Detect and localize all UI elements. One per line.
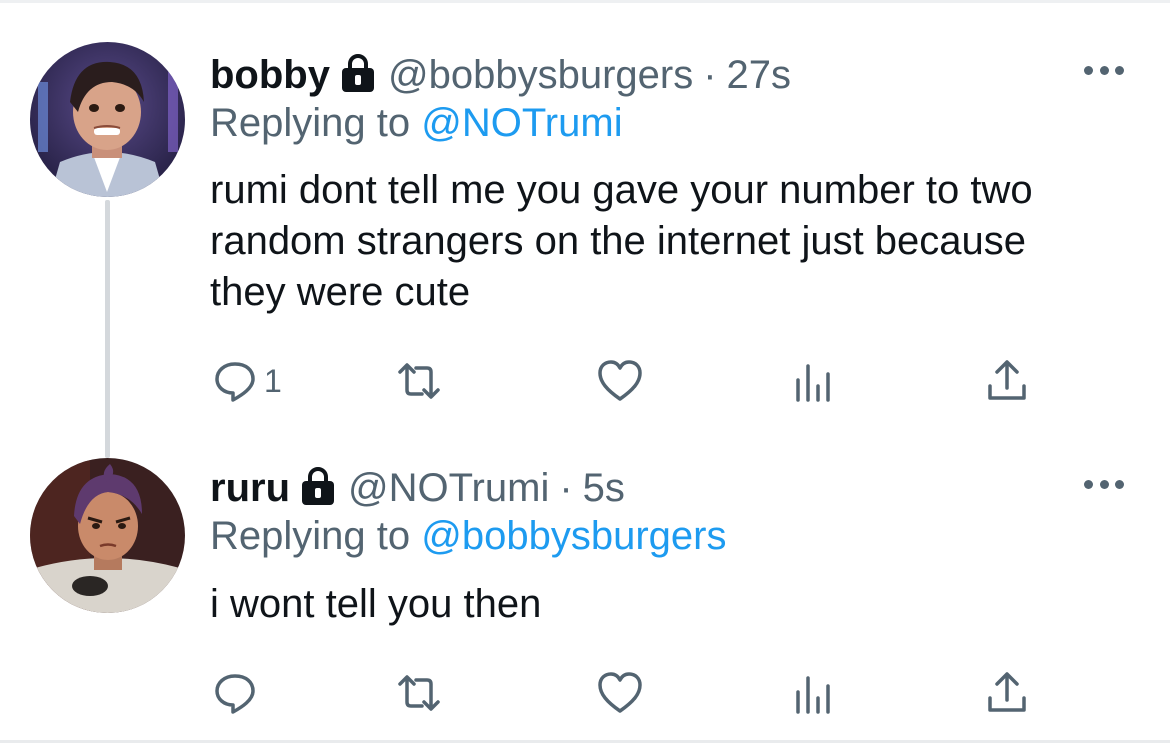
avatar-cartoon-girl-icon [30,458,185,613]
top-divider [0,0,1170,3]
avatar[interactable] [30,42,185,197]
display-name[interactable]: bobby [210,51,330,99]
reply-button[interactable]: 1 [212,356,282,406]
timestamp[interactable]: 27s [727,51,792,99]
share-button[interactable] [984,356,1030,406]
thread-connector-line [105,200,110,458]
analytics-button[interactable] [790,668,836,718]
heart-icon [598,360,642,401]
retweet-icon [398,363,440,399]
lock-icon [298,467,338,505]
retweet-button[interactable] [396,356,442,406]
retweet-button[interactable] [396,668,442,718]
share-button[interactable] [984,668,1030,718]
tweet-actions [212,668,1042,718]
replying-to-mention[interactable]: @bobbysburgers [421,514,726,558]
avatar[interactable] [30,458,185,613]
separator-dot: · [703,53,717,97]
reply-button[interactable] [212,668,264,718]
analytics-icon [796,676,830,714]
user-handle[interactable]: @NOTrumi [348,464,549,512]
more-options-icon[interactable] [1084,64,1124,76]
tweet-actions: 1 [212,356,1042,406]
avatar-cartoon-boy-icon [30,42,185,197]
more-options-icon[interactable] [1084,478,1124,490]
like-button[interactable] [597,668,643,718]
tweet-text: rumi dont tell me you gave your number t… [210,168,1033,314]
heart-icon [598,672,642,713]
retweet-icon [398,675,440,711]
user-handle[interactable]: @bobbysburgers [388,51,693,99]
like-button[interactable] [597,356,643,406]
tweet-header: ruru @NOTrumi · 5s [210,463,625,512]
analytics-icon [796,364,830,402]
reply-count: 1 [264,362,282,399]
replying-to-label: Replying to [210,101,411,145]
separator-dot: · [559,466,573,510]
timestamp[interactable]: 5s [583,464,625,512]
analytics-button[interactable] [790,356,836,406]
replying-to-mention[interactable]: @NOTrumi [421,101,622,145]
replying-to: Replying to @bobbysburgers [210,512,726,560]
reply-icon [215,362,255,402]
share-icon [988,672,1026,712]
lock-icon [338,54,378,92]
tweet-header: bobby @bobbysburgers · 27s [210,50,791,99]
display-name[interactable]: ruru [210,464,290,512]
tweet-text: i wont tell you then [210,582,542,626]
replying-to: Replying to @NOTrumi [210,99,623,147]
share-icon [988,360,1026,400]
replying-to-label: Replying to [210,514,411,558]
reply-icon [215,674,255,714]
